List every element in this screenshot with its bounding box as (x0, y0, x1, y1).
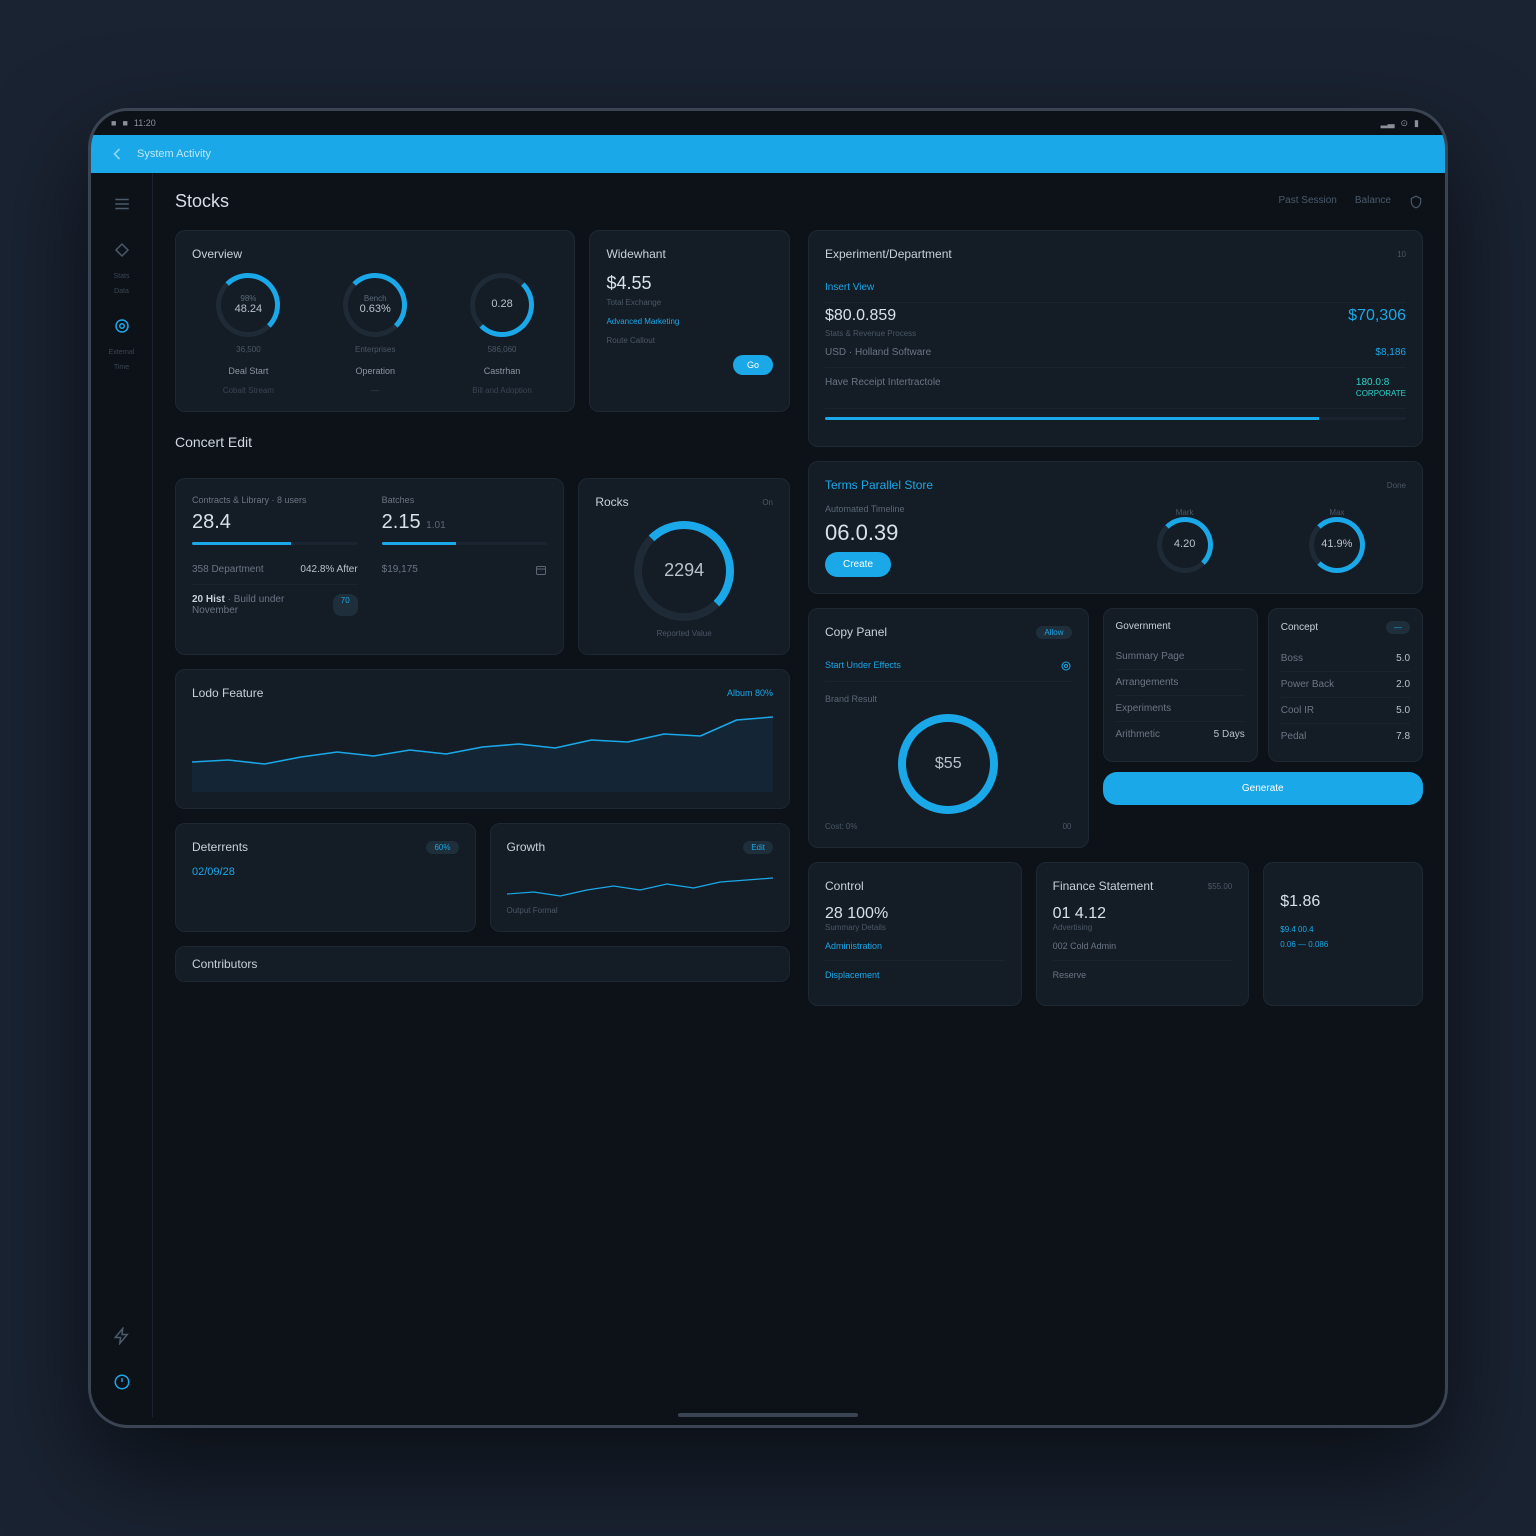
mini-card: GrowthEdit Output Formal (490, 823, 791, 932)
card-title: Widewhant (606, 247, 665, 261)
top-banner: System Activity (91, 135, 1445, 173)
page-title: Stocks (175, 191, 1278, 212)
sidebar-label: Stats (114, 273, 130, 280)
gauge: 0.28 586,060 Castrhan Bill and Adoption (446, 273, 559, 395)
bottom-card: Control 28 100% Summary Details Administ… (808, 862, 1022, 1006)
calendar-icon (535, 564, 547, 576)
gauge: 98%48.24 36,500 Deal Start Cobalt Stream (192, 273, 305, 395)
generate-button[interactable]: Generate (1103, 772, 1423, 805)
target-icon[interactable] (107, 311, 137, 341)
status-bar: ■■11:20 ▂▃⊙▮ (91, 111, 1445, 135)
bottom-card: Finance Statement$55.00 01 4.12 Advertis… (1036, 862, 1250, 1006)
widewhant-card: Widewhant $4.55 Total Exchange Advanced … (589, 230, 790, 412)
chevron-left-icon[interactable] (107, 144, 127, 164)
sidebar-label: Time (114, 364, 129, 371)
gauge: Bench0.63% Enterprises Operation — (319, 273, 432, 395)
power-icon[interactable] (107, 1367, 137, 1397)
tag-icon[interactable] (107, 235, 137, 265)
hdr-tab[interactable]: Past Session (1278, 195, 1336, 209)
overview-card: Overview 98%48.24 36,500 Deal Start Coba… (175, 230, 575, 412)
home-indicator[interactable] (678, 1413, 858, 1417)
terms-card: Terms Parallel StoreDone Automated Timel… (808, 461, 1423, 594)
rocks-card: RocksOn 2294 Reported Value (578, 478, 790, 655)
shield-icon[interactable] (1409, 195, 1423, 209)
cmp-card: Concept— Boss5.0 Power Back2.0 Cool IR5.… (1268, 608, 1423, 762)
hdr-tab[interactable]: Balance (1355, 195, 1391, 209)
go-button[interactable]: Go (733, 355, 773, 375)
section-title: Concert Edit (175, 434, 790, 450)
feature-card: Lodo FeatureAlbum 80% (175, 669, 790, 809)
bottom-card: $1.86 $9.4 00.4 0.06 — 0.086 (1263, 862, 1423, 1006)
tablet-frame: ■■11:20 ▂▃⊙▮ System Activity Stats Data … (88, 108, 1448, 1428)
metric-value: $80.0.859 $70,306 (825, 303, 1406, 329)
menu-icon[interactable] (107, 189, 137, 219)
target-icon (1060, 660, 1072, 672)
feature-chart (192, 712, 773, 792)
sidebar-label: External (109, 349, 135, 356)
mini-card: Deterrents60% 02/09/28 (175, 823, 476, 932)
copy-panel-card: Copy PanelAllow Start Under Effects Bran… (808, 608, 1089, 848)
experiment-card: Experiment/Department10 Insert View $80.… (808, 230, 1423, 447)
contracts-card: Contracts & Library · 8 users 28.4 358 D… (175, 478, 564, 655)
create-button[interactable]: Create (825, 552, 891, 577)
banner-text: System Activity (137, 148, 211, 160)
main-content: Stocks Past Session Balance Overview (153, 173, 1445, 1417)
cmp-card: Government Summary Page Arrangements Exp… (1103, 608, 1258, 762)
mini-card: Contributors (175, 946, 790, 982)
card-title: Overview (192, 247, 242, 261)
sidebar: Stats Data External Time (91, 173, 153, 1417)
bolt-icon[interactable] (107, 1321, 137, 1351)
sidebar-label: Data (114, 288, 129, 295)
